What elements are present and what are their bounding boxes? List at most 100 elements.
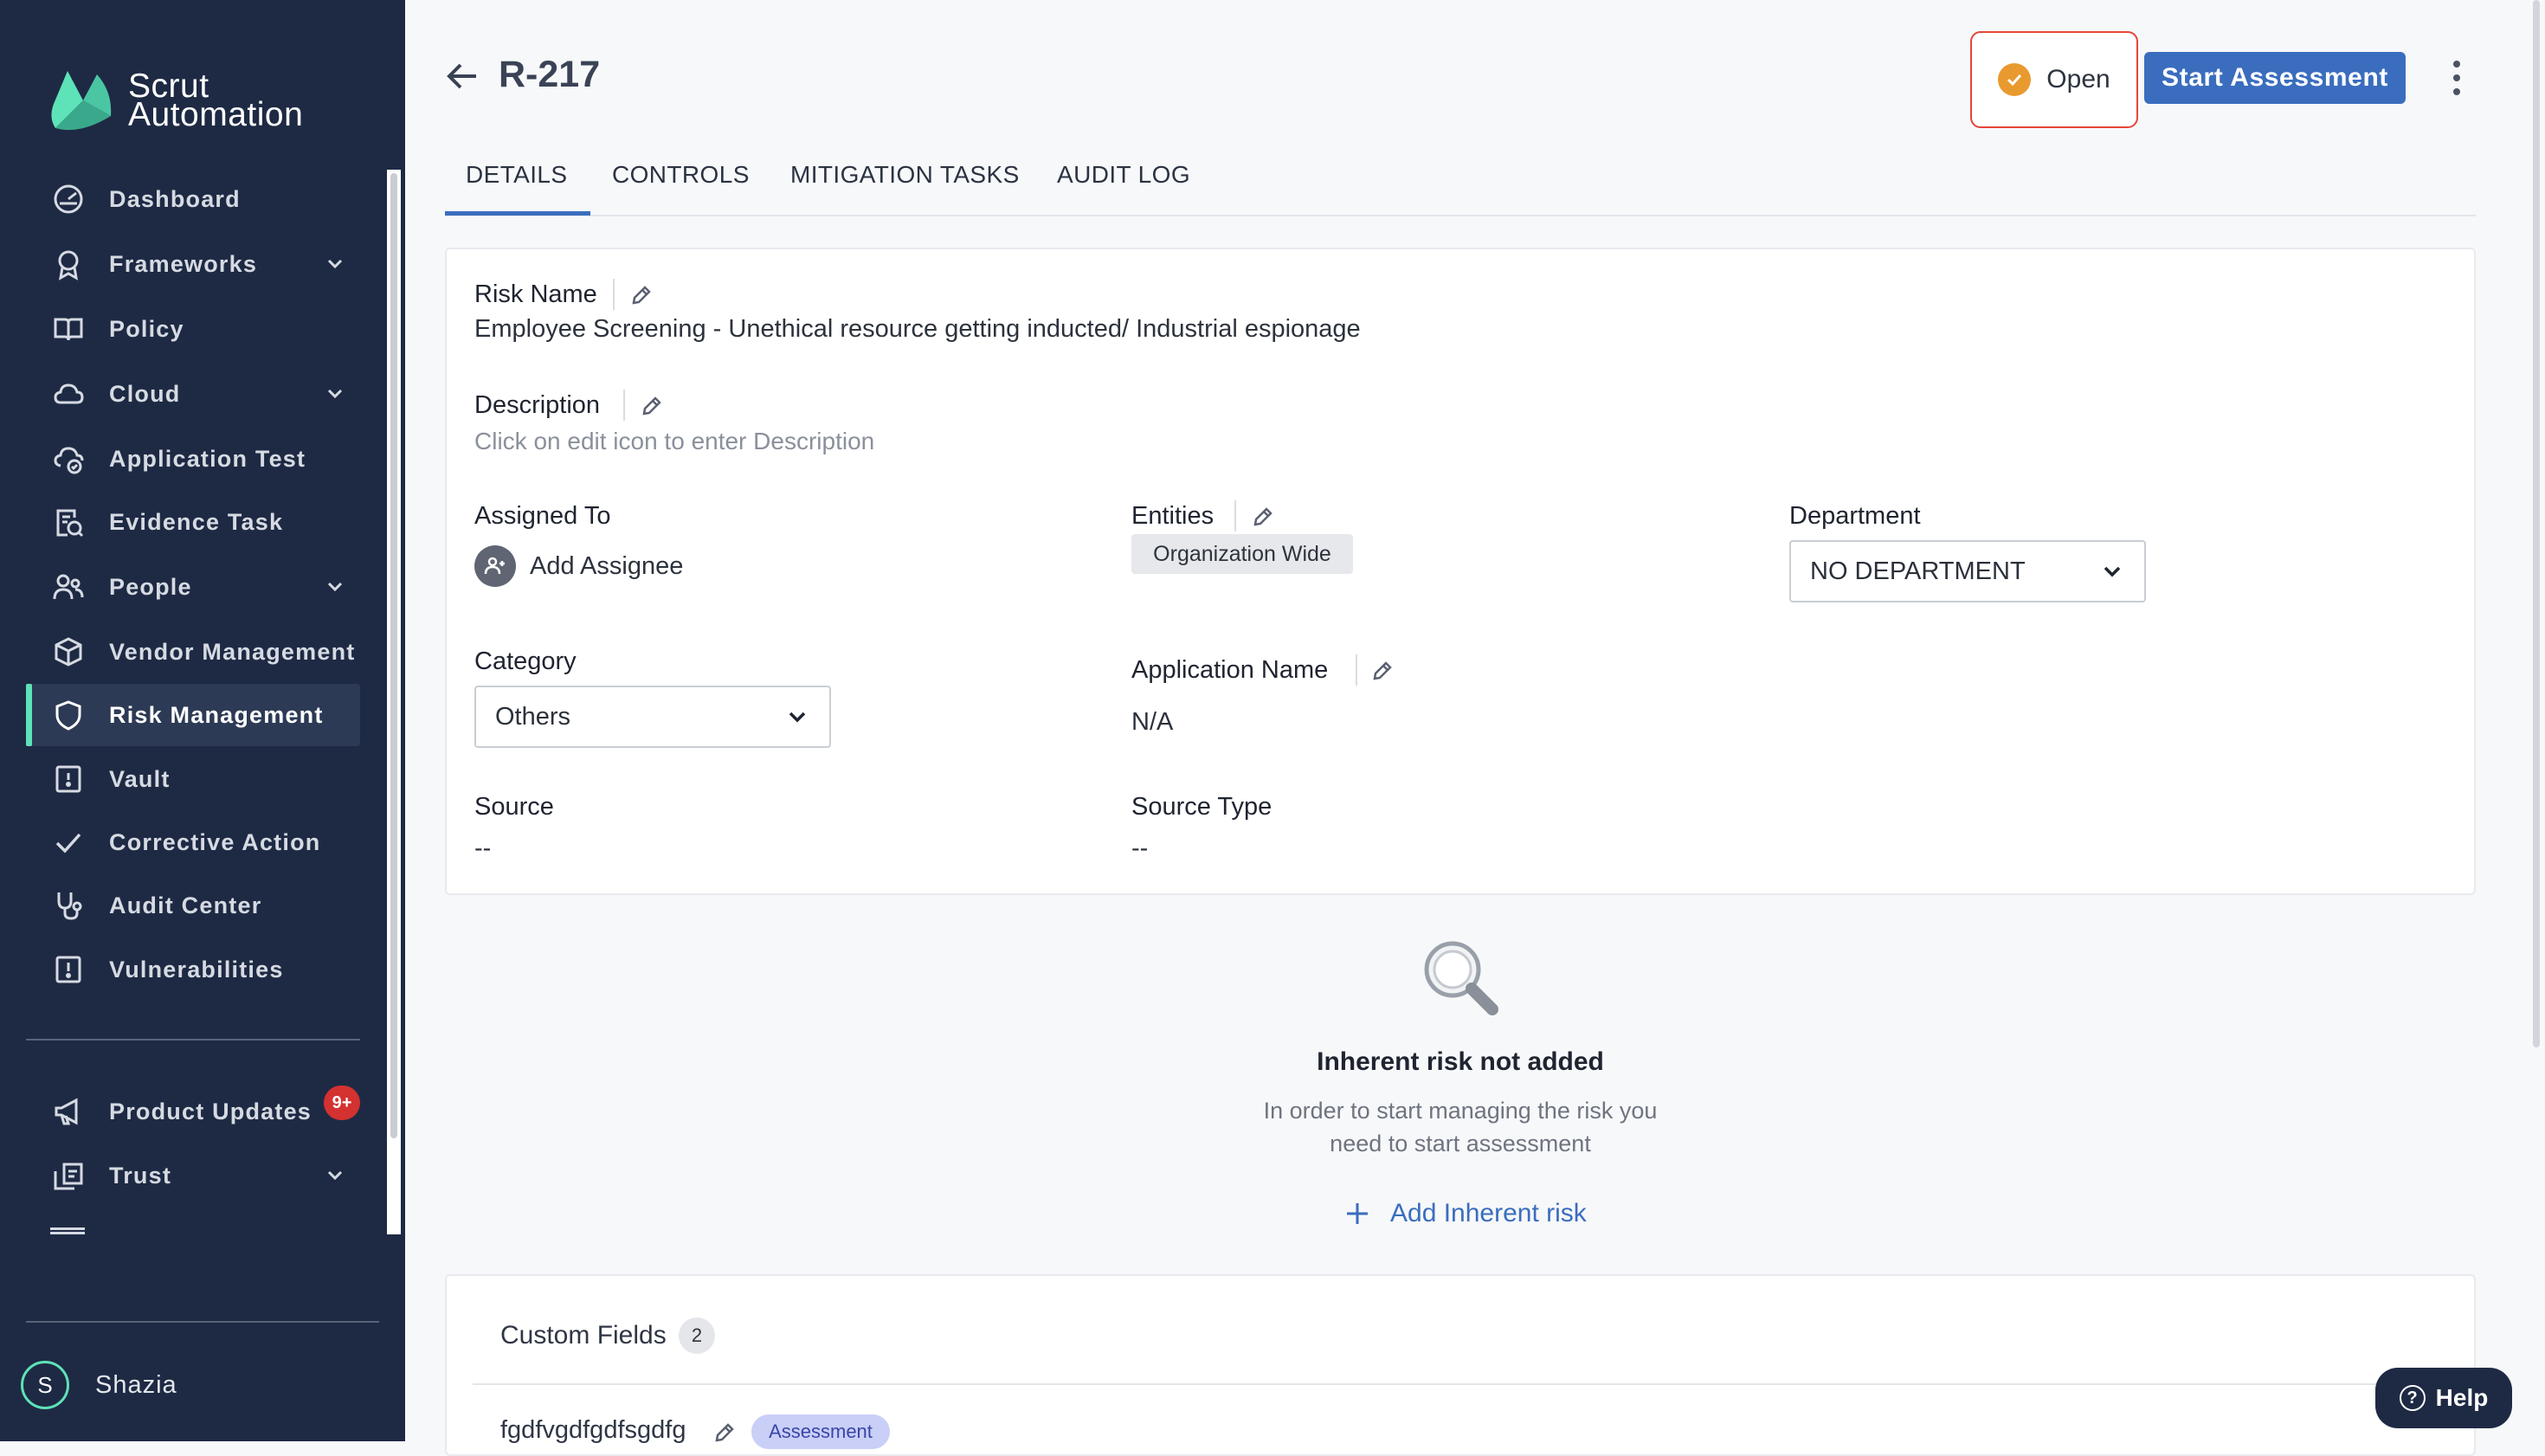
category-value: Others bbox=[495, 702, 571, 731]
custom-field-tag: Assessment bbox=[751, 1414, 890, 1449]
custom-fields-card bbox=[445, 1274, 2476, 1456]
tab-details[interactable]: DETAILS bbox=[466, 161, 567, 213]
stethoscope-icon bbox=[47, 884, 90, 927]
sidebar-item-corrective-action[interactable]: Corrective Action bbox=[26, 811, 360, 873]
sidebar-item-risk-management[interactable]: Risk Management bbox=[26, 684, 360, 746]
sidebar-item-dashboard[interactable]: Dashboard bbox=[26, 168, 360, 230]
source-type-label: Source Type bbox=[1131, 793, 1272, 821]
sidebar-item-frameworks[interactable]: Frameworks bbox=[26, 233, 360, 295]
sidebar-item-label: Vault bbox=[109, 765, 171, 792]
add-assignee-label: Add Assignee bbox=[530, 551, 684, 580]
brand-logo[interactable]: Scrut Automation bbox=[48, 66, 334, 135]
vault-icon bbox=[47, 757, 90, 801]
label-separator bbox=[1234, 500, 1236, 532]
chevron-down-icon[interactable] bbox=[322, 381, 348, 407]
source-value: -- bbox=[474, 834, 492, 862]
sidebar-item-evidence-task[interactable]: Evidence Task bbox=[26, 491, 360, 553]
status-button[interactable]: Open bbox=[1970, 31, 2138, 128]
edit-pencil-icon[interactable] bbox=[712, 1420, 738, 1446]
department-label: Department bbox=[1789, 502, 1921, 530]
sidebar: Scrut Automation Dashboard Frameworks Po… bbox=[0, 0, 405, 1441]
chevron-down-icon[interactable] bbox=[322, 251, 348, 277]
shield-icon bbox=[47, 693, 90, 737]
avatar[interactable]: S bbox=[21, 1361, 69, 1409]
tabs-divider bbox=[445, 215, 2476, 216]
tab-audit-log[interactable]: AUDIT LOG bbox=[1057, 161, 1190, 213]
chevron-down-icon bbox=[789, 712, 806, 723]
add-user-icon bbox=[474, 545, 516, 587]
sidebar-item-vault[interactable]: Vault bbox=[26, 748, 360, 810]
edit-pencil-icon[interactable] bbox=[1250, 504, 1276, 530]
frameworks-icon bbox=[47, 242, 90, 286]
cloud-icon bbox=[47, 372, 90, 416]
scrut-logo-icon bbox=[51, 71, 112, 131]
sidebar-item-cloud[interactable]: Cloud bbox=[26, 363, 360, 425]
inherent-risk-empty-title: Inherent risk not added bbox=[1317, 1047, 1604, 1076]
megaphone-icon bbox=[47, 1090, 90, 1133]
edit-pencil-icon[interactable] bbox=[639, 393, 665, 419]
help-button[interactable]: ? Help bbox=[2375, 1368, 2512, 1428]
add-inherent-risk-button[interactable]: Add Inherent risk bbox=[1343, 1195, 1587, 1233]
edit-pencil-icon[interactable] bbox=[628, 282, 654, 308]
trust-icon bbox=[47, 1154, 90, 1197]
sidebar-divider bbox=[26, 1039, 360, 1040]
sidebar-item-vulnerabilities[interactable]: Vulnerabilities bbox=[26, 938, 360, 1001]
chevron-down-icon[interactable] bbox=[322, 1163, 348, 1189]
add-assignee-button[interactable]: Add Assignee bbox=[474, 545, 683, 587]
sidebar-item-label: Cloud bbox=[109, 380, 181, 407]
assigned-to-label: Assigned To bbox=[474, 502, 611, 530]
dashboard-icon bbox=[47, 177, 90, 221]
sidebar-item-label: Dashboard bbox=[109, 185, 241, 212]
back-arrow-icon[interactable] bbox=[445, 59, 480, 93]
magnifier-icon bbox=[1424, 941, 1498, 1015]
sidebar-item-vendor-management[interactable]: Vendor Management bbox=[26, 621, 360, 683]
sidebar-item-label: Audit Center bbox=[109, 892, 262, 918]
sidebar-item-trust[interactable]: Trust bbox=[26, 1144, 360, 1207]
custom-fields-count-badge: 2 bbox=[679, 1317, 715, 1354]
sidebar-item-label: People bbox=[109, 573, 192, 600]
chevron-down-icon[interactable] bbox=[322, 574, 348, 600]
sidebar-item-people[interactable]: People bbox=[26, 556, 360, 618]
sidebar-item-label: Corrective Action bbox=[109, 828, 321, 855]
custom-field-name: fgdfvgdfgdfsgdfg bbox=[500, 1416, 686, 1444]
sidebar-item-label: Product Updates bbox=[109, 1098, 312, 1124]
tab-controls[interactable]: CONTROLS bbox=[612, 161, 750, 213]
chevron-down-icon bbox=[2104, 566, 2121, 577]
people-icon bbox=[47, 565, 90, 609]
help-label: Help bbox=[2435, 1384, 2489, 1411]
sidebar-item-application-test[interactable]: Application Test bbox=[26, 428, 360, 490]
sidebar-item-label: Risk Management bbox=[109, 701, 324, 728]
label-separator bbox=[623, 390, 625, 421]
alert-box-icon bbox=[47, 948, 90, 991]
tab-mitigation-tasks[interactable]: MITIGATION TASKS bbox=[790, 161, 1020, 213]
notification-badge: 9+ bbox=[324, 1086, 360, 1120]
page-title: R-217 bbox=[499, 54, 601, 95]
more-options-icon[interactable] bbox=[2441, 55, 2472, 100]
entity-tag: Organization Wide bbox=[1131, 534, 1353, 574]
source-label: Source bbox=[474, 793, 554, 821]
cloud-check-icon bbox=[47, 437, 90, 480]
main-scrollbar-thumb[interactable] bbox=[2533, 0, 2540, 1047]
risk-name-label: Risk Name bbox=[474, 280, 597, 308]
start-assessment-button[interactable]: Start Assessment bbox=[2144, 52, 2406, 104]
brand-line-2: Automation bbox=[128, 96, 304, 133]
sidebar-scrollbar-thumb[interactable] bbox=[390, 173, 397, 1138]
sidebar-item-audit-center[interactable]: Audit Center bbox=[26, 874, 360, 937]
application-name-label: Application Name bbox=[1131, 656, 1329, 684]
sidebar-item-label: Frameworks bbox=[109, 250, 258, 277]
edit-pencil-icon[interactable] bbox=[1369, 658, 1395, 684]
custom-fields-title: Custom Fields bbox=[500, 1321, 667, 1350]
department-select[interactable]: NO DEPARTMENT bbox=[1789, 540, 2146, 602]
label-separator bbox=[1356, 654, 1357, 686]
category-label: Category bbox=[474, 647, 577, 675]
sidebar-item-product-updates[interactable]: Product Updates bbox=[26, 1080, 360, 1143]
description-placeholder: Click on edit icon to enter Description bbox=[474, 428, 875, 454]
category-select[interactable]: Others bbox=[474, 686, 831, 748]
book-icon bbox=[47, 307, 90, 351]
add-inherent-risk-label: Add Inherent risk bbox=[1390, 1199, 1587, 1227]
inherent-risk-empty-description: In order to start managing the risk you … bbox=[1229, 1094, 1691, 1160]
sidebar-item-policy[interactable]: Policy bbox=[26, 298, 360, 360]
cube-icon bbox=[47, 630, 90, 673]
user-name[interactable]: Shazia bbox=[95, 1371, 177, 1400]
empty-desc-line-1: In order to start managing the risk you bbox=[1263, 1098, 1658, 1124]
